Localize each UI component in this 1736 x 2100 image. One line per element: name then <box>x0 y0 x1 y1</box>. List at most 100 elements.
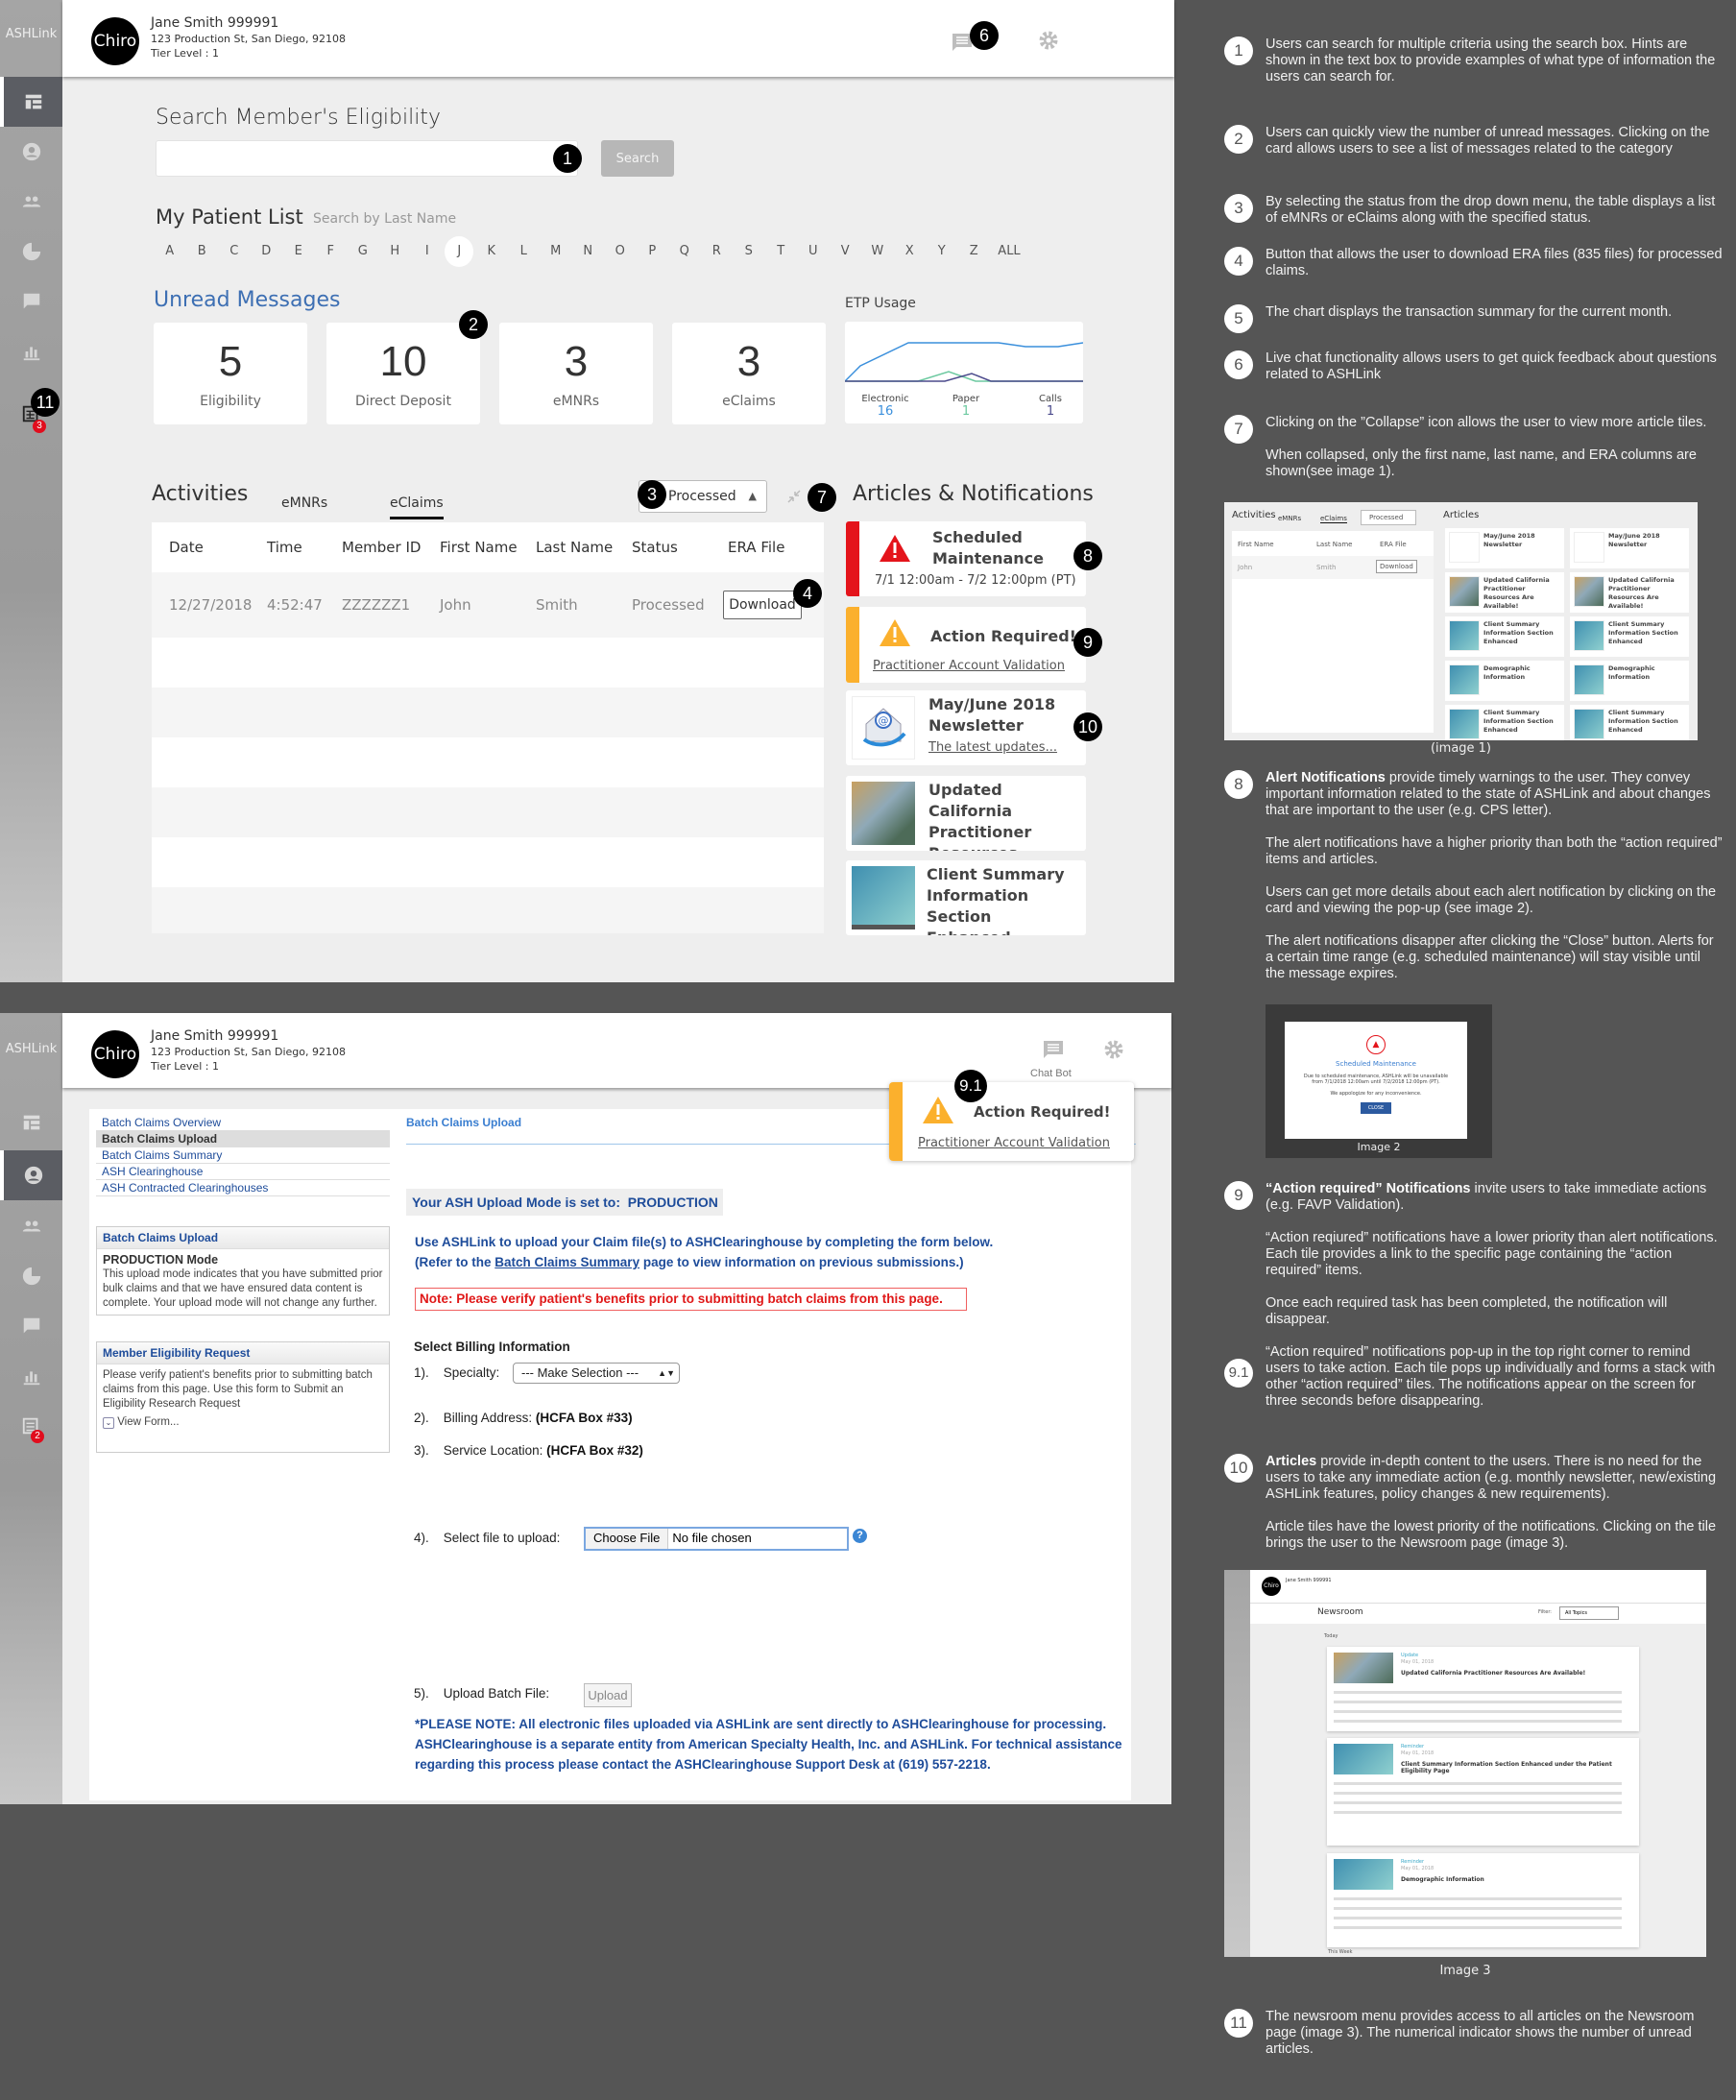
download-era-button[interactable]: Download <box>723 591 802 619</box>
sidebar-item-reports[interactable] <box>0 1251 62 1301</box>
unread-card-emnrs[interactable]: 3 eMNRs <box>499 323 653 424</box>
avatar[interactable]: Chiro <box>91 17 139 65</box>
patient-search-input[interactable]: Search by Last Name <box>313 211 456 227</box>
image-2-caption: Image 2 <box>1357 1141 1401 1153</box>
alphabet-letter[interactable]: P <box>637 236 669 267</box>
unread-card-direct-deposit[interactable]: 10 Direct Deposit <box>326 323 480 424</box>
alphabet-letter[interactable]: A <box>154 236 186 267</box>
action-required-popup[interactable]: Action Required! Practitioner Account Va… <box>889 1082 1134 1161</box>
alphabet-letter[interactable]: B <box>186 236 219 267</box>
file-input[interactable]: Choose File No file chosen <box>584 1527 849 1551</box>
upload-button[interactable]: Upload <box>584 1683 632 1707</box>
unread-card-eclaims[interactable]: 3 eClaims <box>672 323 826 424</box>
annotation-number: 2 <box>1224 125 1253 154</box>
newsletter-link[interactable]: The latest updates... <box>928 740 1057 755</box>
alphabet-letter[interactable]: X <box>894 236 927 267</box>
col-last-name: Last Name <box>536 539 614 556</box>
alert-tile-maintenance[interactable]: Scheduled Maintenance 7/1 12:00am - 7/2 … <box>846 521 1086 596</box>
alphabet-letter[interactable]: ALL <box>990 236 1028 267</box>
popup-link[interactable]: Practitioner Account Validation <box>918 1136 1110 1150</box>
nav-batch-claims-overview[interactable]: Batch Claims Overview <box>96 1115 390 1131</box>
alphabet-letter[interactable]: H <box>379 236 412 267</box>
article-tile-california[interactable]: Updated California Practitioner Resource… <box>846 776 1086 851</box>
alphabet-letter[interactable]: F <box>315 236 348 267</box>
annotation-marker-1: 1 <box>553 144 582 173</box>
nav-ash-clearinghouse[interactable]: ASH Clearinghouse <box>96 1164 390 1180</box>
collapse-icon[interactable] <box>785 488 803 505</box>
article-tile-newsletter[interactable]: @ May/June 2018 Newsletter The latest up… <box>846 690 1086 765</box>
alphabet-letter[interactable]: Z <box>958 236 991 267</box>
mini-article-tile: Updated California Practitioner Resource… <box>1570 572 1689 613</box>
etp-usage-chart[interactable]: Electronic 16 Paper 1 Calls 1 <box>845 322 1083 423</box>
sidebar-item-patients[interactable] <box>0 177 62 227</box>
sidebar-item-newsroom[interactable]: 2 <box>0 1401 62 1451</box>
alphabet-letter[interactable]: K <box>475 236 508 267</box>
sidebar-item-dashboard[interactable] <box>0 1098 62 1147</box>
alphabet-letter[interactable]: E <box>282 236 315 267</box>
mini-tile-title: Demographic Information <box>1608 664 1655 681</box>
annotation-text: Clicking on the ”Collapse” icon allows t… <box>1266 415 1724 480</box>
alphabet-letter[interactable]: J <box>445 236 474 267</box>
mini-filter-label: Filter: <box>1538 1609 1552 1615</box>
sidebar-item-reports[interactable] <box>0 227 62 277</box>
sidebar-item-patients[interactable] <box>0 1201 62 1251</box>
tab-eclaims[interactable]: eClaims <box>390 495 444 519</box>
mini-news-body-line <box>1334 1782 1622 1785</box>
alphabet-letter[interactable]: L <box>508 236 541 267</box>
alphabet-letter[interactable]: W <box>861 236 894 267</box>
settings-gear-icon[interactable] <box>1037 29 1060 52</box>
alphabet-letter[interactable]: S <box>733 236 765 267</box>
mini-articles-title: Articles <box>1443 510 1480 520</box>
help-icon[interactable]: ? <box>853 1529 867 1543</box>
action-required-tile[interactable]: Action Required! Practitioner Account Va… <box>846 607 1086 683</box>
annotation-paragraph: Articles provide in-depth content to the… <box>1266 1454 1724 1503</box>
avatar[interactable]: Chiro <box>91 1030 139 1078</box>
annotation-text: Alert Notifications provide timely warni… <box>1266 770 1724 982</box>
nav-ash-contracted-clearinghouses[interactable]: ASH Contracted Clearinghouses <box>96 1180 390 1196</box>
batch-claims-summary-link[interactable]: Batch Claims Summary <box>494 1255 639 1269</box>
alphabet-letter[interactable]: Q <box>668 236 701 267</box>
alphabet-letter[interactable]: C <box>218 236 251 267</box>
sidebar-item-profile[interactable] <box>0 1150 62 1200</box>
waiting-room-thumbnail <box>852 782 915 845</box>
alphabet-letter[interactable]: N <box>572 236 605 267</box>
unread-card-eligibility[interactable]: 5 Eligibility <box>154 323 307 424</box>
alphabet-letter[interactable]: M <box>540 236 572 267</box>
alphabet-letter[interactable]: U <box>797 236 830 267</box>
group-icon <box>22 1220 40 1232</box>
search-button[interactable]: Search <box>601 140 674 177</box>
alphabet-letter[interactable]: I <box>411 236 444 267</box>
sidebar-item-messages[interactable] <box>0 1301 62 1351</box>
specialty-select[interactable]: --- Make Selection --- ▲▼ <box>513 1363 680 1384</box>
mini-news-body-line <box>1334 1897 1622 1900</box>
unread-count: 3 <box>564 338 589 385</box>
sidebar-item-analytics[interactable] <box>0 1351 62 1401</box>
alphabet-letter[interactable]: O <box>604 236 637 267</box>
nav-batch-claims-upload[interactable]: Batch Claims Upload <box>96 1131 390 1147</box>
alphabet-letter[interactable]: R <box>701 236 734 267</box>
sidebar-item-dashboard[interactable] <box>0 77 62 127</box>
unread-count: 5 <box>218 338 243 385</box>
member-search-input[interactable] <box>156 140 578 177</box>
choose-file-button[interactable]: Choose File <box>586 1529 669 1549</box>
nav-batch-claims-summary[interactable]: Batch Claims Summary <box>96 1147 390 1164</box>
alphabet-letter[interactable]: Y <box>926 236 958 267</box>
alphabet-letter[interactable]: D <box>251 236 283 267</box>
mini-newsroom-title: Newsroom <box>1317 1607 1363 1617</box>
tier-level: Tier Level : 1 <box>151 47 219 60</box>
tab-emnrs[interactable]: eMNRs <box>281 495 327 517</box>
article-tile-client-summary[interactable]: Client Summary Information Section Enhan… <box>846 860 1086 935</box>
mini-tile-title: Client Summary Information Section Enhan… <box>1608 620 1678 645</box>
sidebar-item-analytics[interactable] <box>0 326 62 376</box>
alphabet-letter[interactable]: T <box>765 236 798 267</box>
annotation-number: 1 <box>1224 36 1253 65</box>
sidebar-item-messages[interactable] <box>0 277 62 326</box>
view-form-link[interactable]: ⌄ View Form... <box>103 1415 383 1430</box>
alphabet-letter[interactable]: G <box>347 236 379 267</box>
action-link[interactable]: Practitioner Account Validation <box>873 659 1065 673</box>
alphabet-letter[interactable]: V <box>830 236 862 267</box>
chat-bot-icon[interactable] <box>1042 1038 1065 1061</box>
mini-activities-title: Activities <box>1232 510 1276 520</box>
sidebar-item-profile[interactable] <box>0 127 62 177</box>
settings-gear-icon[interactable] <box>1102 1038 1125 1061</box>
